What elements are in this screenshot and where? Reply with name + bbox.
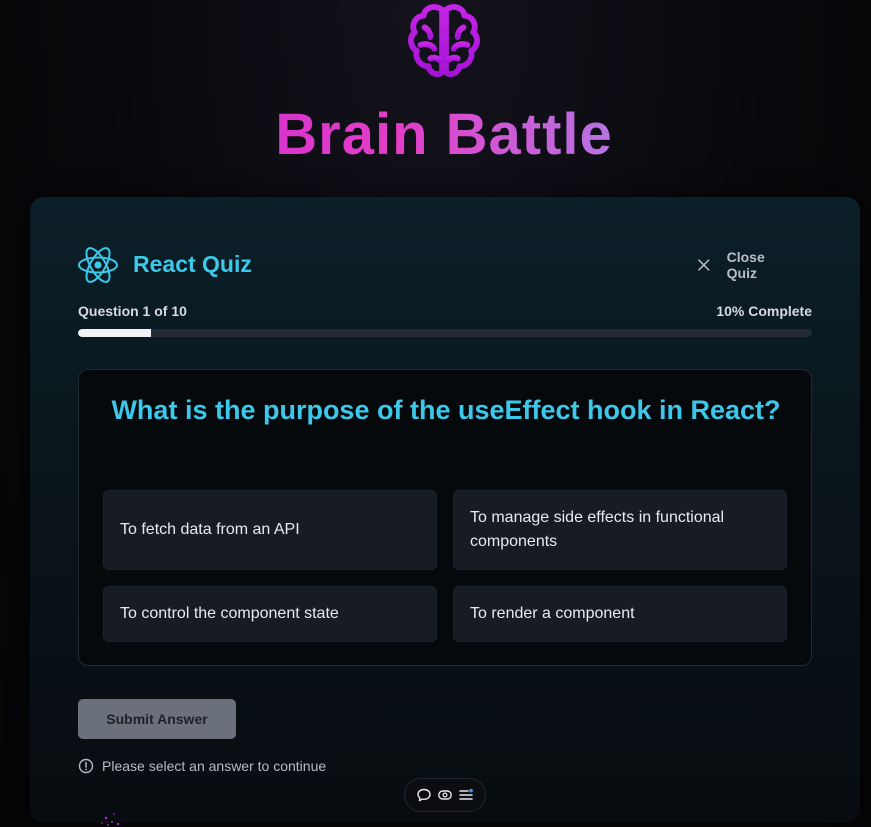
- chat-icon[interactable]: [416, 787, 432, 803]
- brain-icon: [408, 4, 480, 78]
- validation-hint-text: Please select an answer to continue: [102, 758, 327, 774]
- close-quiz-label: Close Quiz: [726, 249, 765, 281]
- sparkle-decoration: [101, 813, 120, 826]
- floating-toolbar: [404, 778, 486, 812]
- progress-percent: 10% Complete: [716, 303, 812, 319]
- menu-icon[interactable]: [458, 787, 474, 803]
- info-circle-icon: [78, 758, 94, 774]
- progress-info: Question 1 of 10 10% Complete: [78, 303, 812, 319]
- react-icon: [78, 247, 118, 283]
- progress-bar: [78, 329, 812, 337]
- question-panel: What is the purpose of the useEffect hoo…: [78, 369, 812, 666]
- close-icon: [698, 259, 710, 271]
- hero-header: Brain Battle: [0, 0, 871, 190]
- quiz-header: React Quiz Close Quiz: [77, 245, 797, 287]
- answer-option[interactable]: To fetch data from an API: [103, 490, 437, 570]
- eye-icon[interactable]: [437, 787, 453, 803]
- validation-hint: Please select an answer to continue: [78, 757, 326, 775]
- question-text: What is the purpose of the useEffect hoo…: [111, 395, 781, 425]
- question-counter: Question 1 of 10: [78, 303, 187, 319]
- app-title: Brain Battle: [0, 100, 871, 170]
- answer-option[interactable]: To render a component: [453, 586, 787, 642]
- close-quiz-button[interactable]: Close Quiz: [697, 249, 797, 281]
- answer-option[interactable]: To manage side effects in functional com…: [453, 490, 787, 570]
- answer-option[interactable]: To control the component state: [103, 586, 437, 642]
- submit-answer-button[interactable]: Submit Answer: [78, 699, 236, 739]
- quiz-title: React Quiz: [133, 251, 252, 277]
- quiz-card: React Quiz Close Quiz Question 1 of 10 1…: [30, 197, 860, 823]
- progress-fill: [78, 329, 152, 337]
